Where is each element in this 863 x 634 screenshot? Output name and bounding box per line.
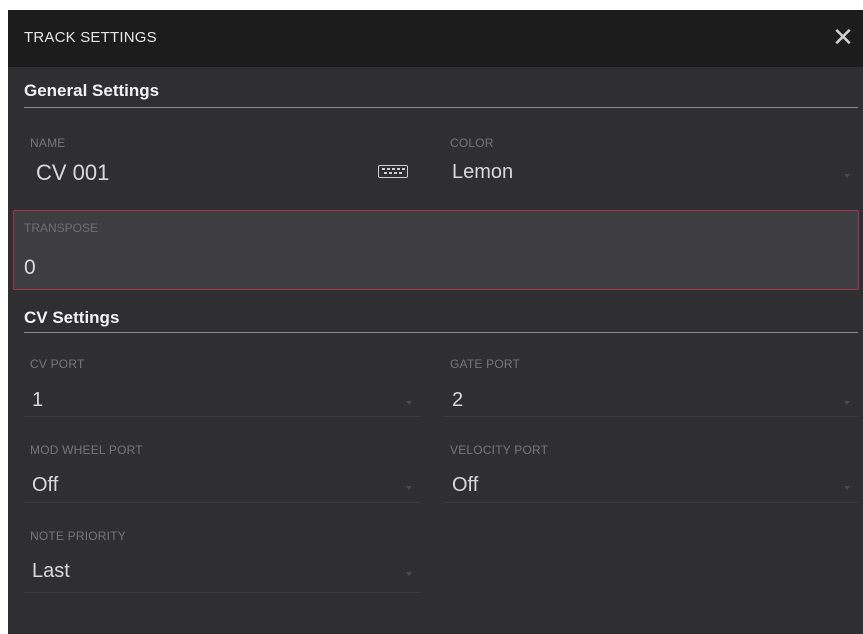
section-divider xyxy=(24,332,858,333)
transpose-value[interactable]: 0 xyxy=(24,256,36,280)
chevron-down-icon xyxy=(406,486,412,490)
cv-port-label: CV PORT xyxy=(30,357,85,371)
field-underline xyxy=(24,592,420,593)
note-priority-label: NOTE PRIORITY xyxy=(30,529,126,543)
color-value[interactable]: Lemon xyxy=(452,161,513,184)
keyboard-icon[interactable] xyxy=(378,165,408,178)
chevron-down-icon xyxy=(844,174,850,178)
cv-settings-heading: CV Settings xyxy=(24,308,120,327)
color-label: COLOR xyxy=(450,136,494,150)
color-field[interactable]: COLOR Lemon xyxy=(450,136,858,192)
dialog-title: TRACK SETTINGS xyxy=(24,29,157,46)
mod-wheel-port-value[interactable]: Off xyxy=(32,474,58,497)
transpose-label: TRANSPOSE xyxy=(24,221,99,235)
chevron-down-icon xyxy=(844,401,850,405)
gate-port-value[interactable]: 2 xyxy=(452,389,463,412)
field-underline xyxy=(444,502,858,503)
gate-port-label: GATE PORT xyxy=(450,357,521,371)
mod-wheel-port-field[interactable]: MOD WHEEL PORT Off xyxy=(24,443,420,503)
field-underline xyxy=(444,416,858,417)
name-field[interactable]: NAME CV 001 xyxy=(30,136,420,192)
velocity-port-label: VELOCITY PORT xyxy=(450,443,549,457)
velocity-port-field[interactable]: VELOCITY PORT Off xyxy=(444,443,858,503)
transpose-field[interactable]: TRANSPOSE 0 xyxy=(13,210,859,290)
note-priority-value[interactable]: Last xyxy=(32,560,70,583)
close-icon[interactable]: ✕ xyxy=(829,23,857,51)
field-underline xyxy=(24,502,420,503)
chevron-down-icon xyxy=(406,401,412,405)
track-settings-dialog: TRACK SETTINGS ✕ General Settings NAME C… xyxy=(8,10,863,634)
note-priority-field[interactable]: NOTE PRIORITY Last xyxy=(24,529,420,593)
velocity-port-value[interactable]: Off xyxy=(452,474,478,497)
dialog-titlebar: TRACK SETTINGS ✕ xyxy=(8,10,863,67)
cv-port-field[interactable]: CV PORT 1 xyxy=(24,357,420,417)
field-underline xyxy=(24,416,420,417)
gate-port-field[interactable]: GATE PORT 2 xyxy=(444,357,858,417)
chevron-down-icon xyxy=(844,486,850,490)
cv-port-value[interactable]: 1 xyxy=(32,389,43,412)
name-label: NAME xyxy=(30,136,66,150)
mod-wheel-port-label: MOD WHEEL PORT xyxy=(30,443,143,457)
name-value[interactable]: CV 001 xyxy=(36,160,109,186)
chevron-down-icon xyxy=(406,572,412,576)
general-settings-heading: General Settings xyxy=(24,81,160,100)
section-divider xyxy=(24,107,858,108)
